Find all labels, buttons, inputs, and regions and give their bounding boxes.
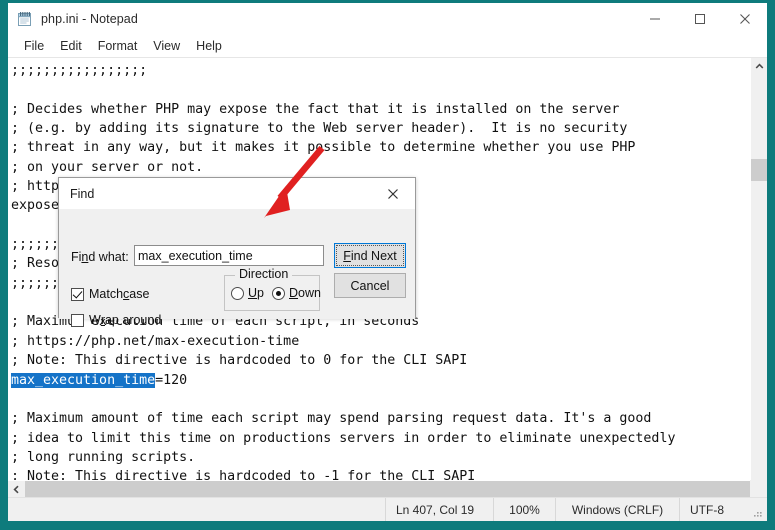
find-what-input[interactable]	[134, 245, 324, 266]
code-line: ;;;;;;;;;;;;;;;;;	[11, 63, 148, 78]
code-line: ; Note: This directive is hardcoded to -…	[11, 469, 476, 480]
find-dialog-title-bar: Find	[59, 178, 415, 209]
find-dialog-body: Find what: Find Next Cancel Direction Up…	[59, 209, 415, 327]
chevron-up-icon	[755, 63, 764, 69]
radio-unselected-icon	[231, 286, 244, 300]
notepad-icon	[17, 11, 33, 27]
direction-up-label: p	[257, 286, 264, 300]
find-dialog-close-button[interactable]	[371, 178, 415, 209]
scroll-left-button[interactable]	[8, 481, 25, 497]
horizontal-scrollbar-thumb[interactable]	[25, 481, 750, 497]
find-next-button[interactable]: Find Next	[334, 243, 406, 268]
horizontal-scrollbar[interactable]	[8, 480, 750, 497]
scrollbar-corner	[750, 480, 767, 497]
vertical-scrollbar-thumb[interactable]	[751, 159, 767, 181]
window-title: php.ini - Notepad	[41, 11, 138, 26]
code-line: ; Note: This directive is hardcoded to 0…	[11, 353, 468, 369]
code-line: ; threat in any way, but it makes it pos…	[11, 140, 636, 156]
chevron-left-icon	[13, 485, 19, 493]
code-line: ; long running scripts.	[11, 449, 196, 465]
menu-bar: File Edit Format View Help	[8, 34, 767, 58]
find-what-label-pre: Fi	[71, 250, 82, 264]
wrap-around-label-pre: W	[89, 313, 101, 327]
maximize-icon	[694, 13, 705, 24]
match-case-label-post: ase	[129, 287, 150, 301]
code-line: ; Decides whether PHP may expose the fac…	[11, 101, 620, 117]
vertical-scrollbar[interactable]	[750, 58, 767, 480]
find-dialog-title: Find	[70, 186, 95, 201]
menu-item-help[interactable]: Help	[188, 37, 230, 55]
status-bar: Ln 407, Col 19 100% Windows (CRLF) UTF-8	[8, 497, 767, 521]
direction-down-radio[interactable]: Down	[272, 286, 321, 300]
menu-item-edit[interactable]: Edit	[52, 37, 90, 55]
close-icon	[388, 188, 398, 199]
close-button[interactable]	[722, 3, 767, 34]
maximize-button[interactable]	[677, 3, 722, 34]
match-case-checkbox[interactable]: Match c ase	[71, 287, 149, 301]
minimize-icon	[649, 18, 660, 19]
menu-item-format[interactable]: Format	[90, 37, 146, 55]
direction-down-label: own	[298, 286, 321, 300]
direction-up-accesskey: U	[248, 286, 258, 300]
direction-down-accesskey: D	[289, 286, 299, 300]
checkbox-checked-icon	[71, 287, 84, 301]
checkbox-unchecked-icon	[71, 313, 84, 327]
code-line: ; Maximum amount of time each script may…	[11, 411, 652, 427]
match-case-label-pre: Match	[89, 287, 124, 301]
find-next-label: ind Next	[350, 248, 397, 263]
resize-grip-icon[interactable]	[752, 507, 764, 519]
find-what-label: Find what:	[71, 250, 129, 264]
code-line: ; on your server or not.	[11, 159, 204, 175]
direction-group-label: Direction	[235, 267, 293, 281]
code-line: ; (e.g. by adding its signature to the W…	[11, 121, 628, 137]
cancel-button[interactable]: Cancel	[334, 273, 406, 298]
highlighted-line-rest: =120	[155, 372, 188, 388]
code-line: ; https://php.net/max-execution-time	[11, 333, 300, 349]
scroll-up-button[interactable]	[751, 58, 767, 75]
find-next-accesskey: F	[343, 248, 351, 263]
menu-item-file[interactable]: File	[16, 37, 52, 55]
title-bar: php.ini - Notepad	[8, 3, 767, 34]
wrap-around-label-post: ap around	[104, 313, 162, 327]
search-match-highlight: max_execution_time	[11, 372, 156, 388]
status-cursor-position: Ln 407, Col 19	[385, 498, 493, 521]
close-icon	[739, 13, 750, 24]
minimize-button[interactable]	[632, 3, 677, 34]
find-what-label-post: d what:	[88, 250, 129, 264]
menu-item-view[interactable]: View	[145, 37, 188, 55]
desktop-background: php.ini - Notepad File Edit Format View …	[0, 0, 775, 530]
status-zoom-level[interactable]: 100%	[493, 498, 555, 521]
direction-up-radio[interactable]: Up	[231, 286, 264, 300]
radio-selected-icon	[272, 286, 285, 300]
code-line: ; idea to limit this time on productions…	[11, 430, 676, 446]
wrap-around-checkbox[interactable]: Wr ap around	[71, 313, 161, 327]
status-line-ending: Windows (CRLF)	[555, 498, 679, 521]
window-controls	[632, 3, 767, 34]
find-dialog: Find Find what: Find Next Cancel Directi…	[58, 177, 416, 327]
code-line-highlighted: max_execution_time=120	[11, 371, 750, 390]
